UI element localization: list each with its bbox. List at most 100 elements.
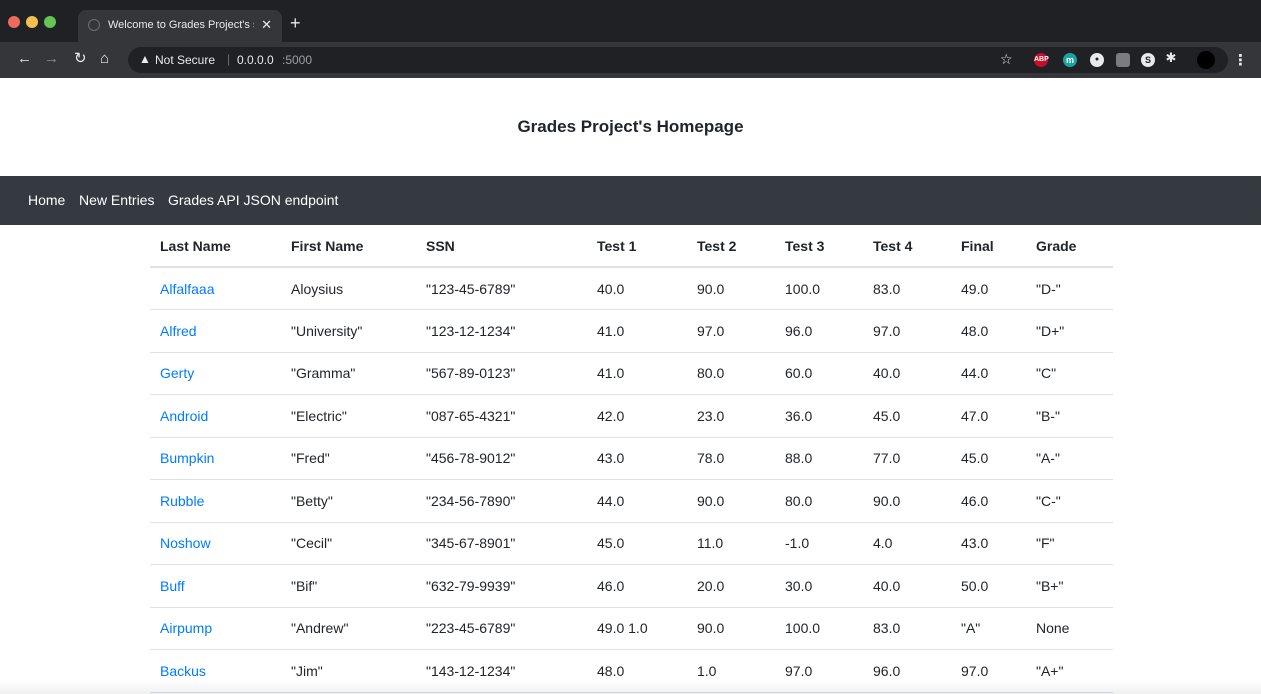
- close-window-icon[interactable]: [8, 16, 20, 28]
- table-cell: "Cecil": [281, 522, 416, 565]
- reload-icon[interactable]: ↻: [74, 50, 87, 68]
- header-first-name: First Name: [281, 225, 416, 268]
- browser-tab[interactable]: Welcome to Grades Project's s ✕: [78, 10, 282, 42]
- url-port[interactable]: :5000: [282, 53, 312, 67]
- table-cell: 30.0: [775, 564, 863, 608]
- table-cell: 40.0: [863, 352, 951, 395]
- last-name-link[interactable]: Alfred: [150, 309, 281, 353]
- browser-title-bar: Welcome to Grades Project's s ✕ +: [0, 0, 1261, 42]
- table-cell: 90.0: [863, 479, 951, 523]
- forward-arrow-icon[interactable]: →: [44, 50, 59, 68]
- last-name-link[interactable]: Airpump: [150, 607, 281, 650]
- table-cell: "F": [1026, 522, 1113, 565]
- table-cell: 49.0: [951, 267, 1026, 310]
- last-name-link[interactable]: Noshow: [150, 522, 281, 565]
- table-cell: 50.0: [951, 564, 1026, 608]
- table-cell: 80.0: [687, 352, 775, 395]
- adblock-extension-icon[interactable]: ABP: [1034, 53, 1049, 67]
- s-extension-icon[interactable]: S: [1141, 53, 1155, 67]
- header-test-1: Test 1: [587, 225, 687, 268]
- table-cell: "Electric": [281, 394, 416, 438]
- tab-close-icon[interactable]: ✕: [261, 17, 272, 33]
- header-test-3: Test 3: [775, 225, 863, 268]
- table-cell: 41.0: [587, 352, 687, 395]
- table-row: Noshow "Cecil" "345-67-8901" 45.0 11.0 -1.0 4.…: [150, 522, 1113, 565]
- table-row: Alfred "University" "123-12-1234" 41.0 97.0 9…: [150, 309, 1113, 353]
- bottom-shadow: [0, 680, 1261, 694]
- table-header-row: Last Name First Name SSN Test 1 Test 2 T…: [150, 225, 1113, 268]
- last-name-link[interactable]: Gerty: [150, 352, 281, 395]
- table-row: Gerty "Gramma" "567-89-0123" 41.0 80.0 60.0 40…: [150, 352, 1113, 395]
- table-cell: 23.0: [687, 394, 775, 438]
- table-cell: 77.0: [863, 437, 951, 480]
- table-cell: 90.0: [687, 267, 775, 310]
- table-cell: "Betty": [281, 479, 416, 523]
- home-icon[interactable]: ⌂: [100, 50, 109, 68]
- last-name-link[interactable]: Rubble: [150, 479, 281, 523]
- table-cell: "A-": [1026, 437, 1113, 480]
- last-name-link[interactable]: Buff: [150, 564, 281, 608]
- table-cell: 80.0: [775, 479, 863, 523]
- puzzle-extension-icon[interactable]: ✱: [1164, 51, 1178, 65]
- table-cell: "B+": [1026, 564, 1113, 608]
- new-tab-button[interactable]: +: [290, 14, 301, 32]
- header-last-name: Last Name: [150, 225, 281, 268]
- table-cell: "Gramma": [281, 352, 416, 395]
- table-cell: 42.0: [587, 394, 687, 438]
- last-name-link[interactable]: Alfalfaaa: [150, 267, 281, 310]
- table-cell: "D+": [1026, 309, 1113, 353]
- table-cell: "234-56-7890": [416, 479, 587, 523]
- warning-icon[interactable]: ▲: [139, 52, 151, 66]
- table-cell: "123-12-1234": [416, 309, 587, 353]
- header-test-2: Test 2: [687, 225, 775, 268]
- table-cell: 100.0: [775, 607, 863, 650]
- table-cell: 36.0: [775, 394, 863, 438]
- table-cell: 45.0: [951, 437, 1026, 480]
- header-grade: Grade: [1026, 225, 1113, 268]
- table-cell: None: [1026, 607, 1113, 650]
- table-cell: 90.0: [687, 479, 775, 523]
- table-cell: 44.0: [951, 352, 1026, 395]
- nav-link-home[interactable]: Home: [28, 192, 65, 208]
- table-cell: 47.0: [951, 394, 1026, 438]
- table-cell: 40.0: [863, 564, 951, 608]
- table-cell: "123-45-6789": [416, 267, 587, 310]
- security-label[interactable]: Not Secure: [155, 53, 215, 67]
- table-cell: 60.0: [775, 352, 863, 395]
- table-row: Buff "Bif" "632-79-9939" 46.0 20.0 30.0 40.0 50…: [150, 564, 1113, 608]
- table-cell: -1.0: [775, 522, 863, 565]
- table-cell: 45.0: [587, 522, 687, 565]
- table-cell: 100.0: [775, 267, 863, 310]
- circle-extension-icon[interactable]: ●: [1090, 53, 1104, 67]
- table-cell: "087-65-4321": [416, 394, 587, 438]
- table-cell: 90.0: [687, 607, 775, 650]
- table-row: Airpump "Andrew" "223-45-6789" 49.0 1.0 90.0…: [150, 607, 1113, 650]
- square-extension-icon[interactable]: [1116, 53, 1130, 67]
- table-cell: "A": [951, 607, 1026, 650]
- maximize-window-icon[interactable]: [44, 16, 56, 28]
- table-cell: "456-78-9012": [416, 437, 587, 480]
- header-final: Final: [951, 225, 1026, 268]
- bookmark-star-icon[interactable]: ☆: [1000, 51, 1013, 68]
- table-cell: "B-": [1026, 394, 1113, 438]
- url-host[interactable]: 0.0.0.0: [237, 53, 274, 67]
- table-cell: "C-": [1026, 479, 1113, 523]
- m-extension-icon[interactable]: m: [1063, 53, 1077, 67]
- table-row: Rubble "Betty" "234-56-7890" 44.0 90.0 80.0 90…: [150, 479, 1113, 523]
- nav-link-new-entries[interactable]: New Entries: [79, 192, 154, 208]
- address-separator: |: [227, 52, 231, 66]
- table-cell: 4.0: [863, 522, 951, 565]
- minimize-window-icon[interactable]: [26, 16, 38, 28]
- profile-avatar[interactable]: [1197, 51, 1215, 69]
- browser-menu-icon[interactable]: ⋮: [1233, 51, 1248, 69]
- table-cell: 96.0: [775, 309, 863, 353]
- last-name-link[interactable]: Bumpkin: [150, 437, 281, 480]
- header-test-4: Test 4: [863, 225, 951, 268]
- page-title: Grades Project's Homepage: [517, 117, 744, 136]
- nav-link-grades-api[interactable]: Grades API JSON endpoint: [168, 192, 338, 208]
- table-cell: 43.0: [587, 437, 687, 480]
- globe-icon: [88, 19, 100, 31]
- last-name-link[interactable]: Android: [150, 394, 281, 438]
- back-arrow-icon[interactable]: ←: [17, 50, 32, 68]
- table-cell: 48.0: [951, 309, 1026, 353]
